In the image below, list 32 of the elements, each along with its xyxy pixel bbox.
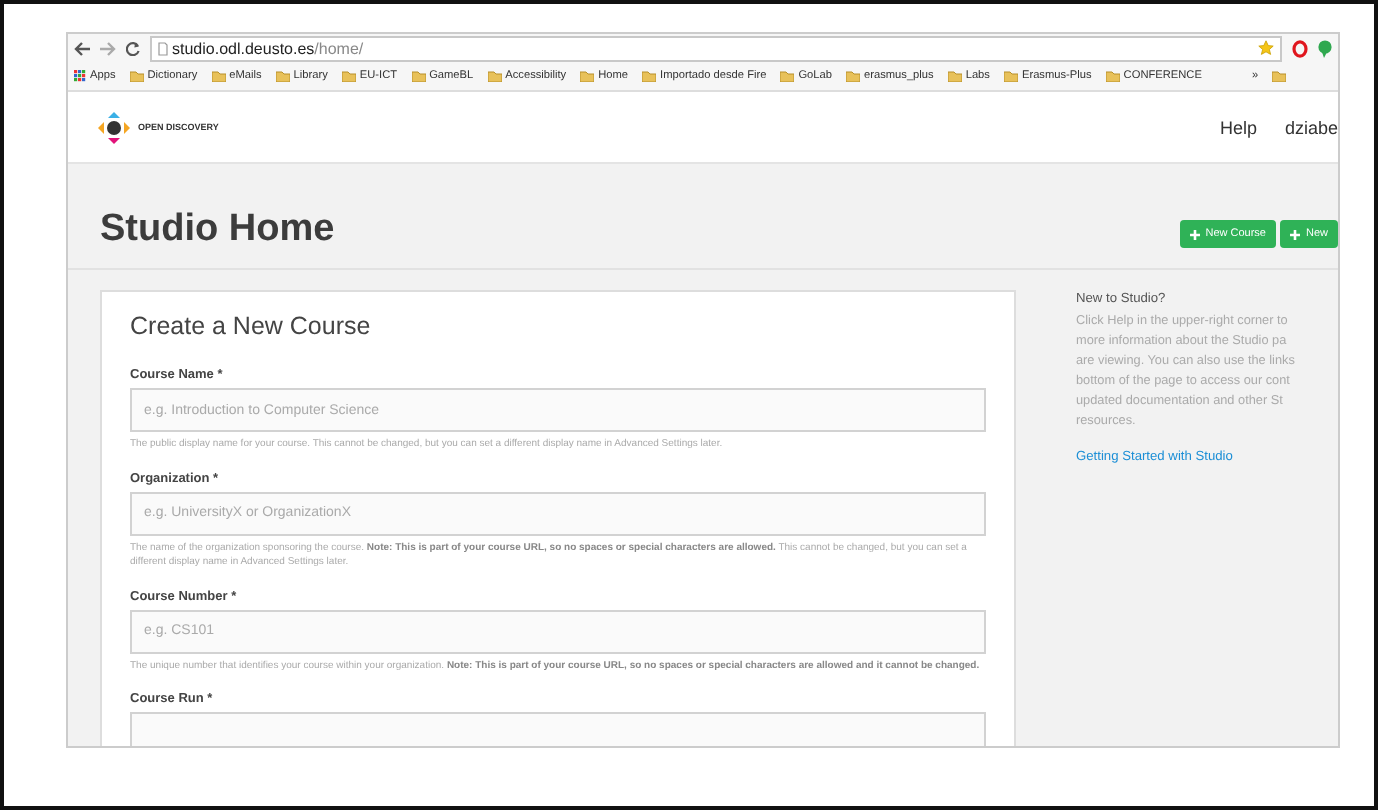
url-text: studio.odl.deusto.es/home/ [172, 39, 364, 57]
folder-icon [580, 70, 595, 82]
star-icon[interactable] [1258, 40, 1274, 56]
plus-icon [1189, 229, 1200, 239]
folder-icon [1272, 70, 1287, 82]
chat-bubble-icon[interactable] [1318, 39, 1332, 57]
folder-icon [129, 70, 144, 82]
folder-icon [211, 70, 226, 82]
folder-icon [947, 70, 962, 82]
form-title: Create a New Course [130, 312, 373, 340]
nav-link[interactable]: dziabe [1284, 117, 1338, 137]
page-icon [158, 41, 168, 55]
address-bar[interactable]: studio.odl.deusto.es/home/ [150, 35, 1282, 61]
folder-icon [341, 70, 356, 82]
plus-icon [1289, 229, 1300, 239]
nav-link[interactable]: Help [1219, 117, 1257, 137]
reload-icon[interactable] [126, 41, 140, 55]
apps-grid-icon [74, 70, 86, 82]
diamond-logo-icon [98, 111, 130, 143]
folder-icon [275, 70, 290, 82]
folder-icon [411, 70, 426, 82]
input-field[interactable] [130, 712, 986, 746]
folder-icon [487, 70, 502, 82]
folder-icon [780, 70, 795, 82]
ring-icon[interactable] [1292, 39, 1308, 57]
forward-arrow-icon[interactable] [100, 41, 116, 55]
page-title: Studio Home [100, 208, 337, 252]
folder-icon [642, 70, 657, 82]
folder-icon [1105, 70, 1120, 82]
folder-icon [846, 70, 860, 82]
folder-icon [1003, 70, 1018, 82]
back-arrow-icon[interactable] [74, 41, 90, 55]
